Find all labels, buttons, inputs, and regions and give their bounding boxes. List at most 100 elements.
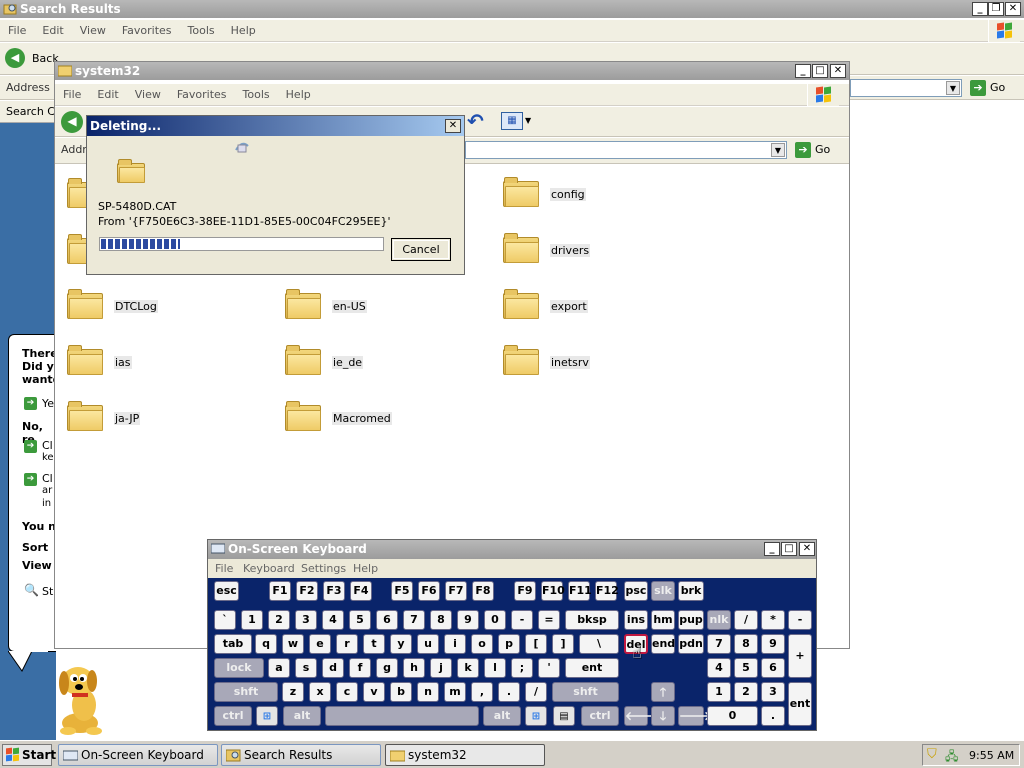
folder-label-inetsrv[interactable]: inetsrv bbox=[550, 356, 590, 369]
go-button[interactable]: ➔ Go bbox=[970, 79, 1014, 97]
menu-view[interactable]: View bbox=[127, 84, 169, 106]
key-period[interactable]: . bbox=[498, 682, 520, 702]
taskbar-button-system32[interactable]: system32 bbox=[385, 744, 545, 766]
menu-tools[interactable]: Tools bbox=[235, 84, 278, 106]
key-j[interactable]: j bbox=[430, 658, 452, 678]
folder-label-ias[interactable]: ias bbox=[114, 356, 132, 369]
key-u[interactable]: u bbox=[417, 634, 439, 654]
key-b[interactable]: b bbox=[390, 682, 412, 702]
key-v[interactable]: v bbox=[363, 682, 385, 702]
option-arrow-icon[interactable]: ➔ bbox=[24, 397, 37, 410]
key-pup[interactable]: pup bbox=[678, 610, 704, 630]
folder-icon[interactable] bbox=[285, 345, 321, 375]
key-n4[interactable]: 4 bbox=[707, 658, 731, 678]
key-f11[interactable]: F11 bbox=[568, 581, 592, 601]
key-s[interactable]: s bbox=[295, 658, 317, 678]
menu-tools[interactable]: Tools bbox=[180, 20, 223, 42]
folder-icon[interactable] bbox=[285, 401, 321, 431]
key-up[interactable]: 🡑 bbox=[651, 682, 675, 702]
folder-icon[interactable] bbox=[67, 234, 103, 264]
balloon-view-link[interactable]: View bbox=[22, 559, 52, 572]
folder-label-ie-de[interactable]: ie_de bbox=[332, 356, 364, 369]
balloon-stop-link[interactable]: St bbox=[42, 585, 53, 598]
menu-favorites[interactable]: Favorites bbox=[114, 20, 180, 42]
cancel-button[interactable]: Cancel bbox=[391, 238, 451, 261]
balloon-option-2[interactable]: Cl bbox=[42, 472, 53, 485]
key-c[interactable]: c bbox=[336, 682, 358, 702]
option-arrow-icon[interactable]: ➔ bbox=[24, 473, 37, 486]
key-f1[interactable]: F1 bbox=[269, 581, 291, 601]
key-tab[interactable]: tab bbox=[214, 634, 252, 654]
address-input[interactable]: ▼ bbox=[465, 141, 787, 159]
folder-icon[interactable] bbox=[285, 289, 321, 319]
key-d3[interactable]: 3 bbox=[295, 610, 317, 630]
back-button[interactable]: ◀ Back bbox=[5, 48, 59, 70]
key-windows-icon[interactable]: ⊞ bbox=[525, 706, 547, 726]
menu-help[interactable]: Help bbox=[353, 562, 378, 575]
option-arrow-icon[interactable]: ➔ bbox=[24, 440, 37, 453]
key-r[interactable]: r bbox=[336, 634, 358, 654]
key-a[interactable]: a bbox=[268, 658, 290, 678]
key-f2[interactable]: F2 bbox=[296, 581, 318, 601]
folder-label-macromed[interactable]: Macromed bbox=[332, 412, 392, 425]
key-nent[interactable]: ent bbox=[788, 682, 812, 726]
osk-title-bar[interactable]: On-Screen Keyboard bbox=[208, 540, 816, 559]
key-bksp[interactable]: bksp bbox=[565, 610, 619, 630]
system32-title-bar[interactable]: system32 bbox=[55, 62, 849, 80]
folder-icon[interactable] bbox=[503, 233, 539, 263]
chevron-down-icon[interactable]: ▼ bbox=[771, 143, 785, 157]
taskbar-button-osk[interactable]: On-Screen Keyboard bbox=[58, 744, 218, 766]
key-n6[interactable]: 6 bbox=[761, 658, 785, 678]
key-o[interactable]: o bbox=[471, 634, 493, 654]
key-rbr[interactable]: ] bbox=[552, 634, 574, 654]
folder-label-dtclog[interactable]: DTCLog bbox=[114, 300, 158, 313]
close-button[interactable]: ✕ bbox=[445, 119, 461, 133]
folder-label-drivers[interactable]: drivers bbox=[550, 244, 591, 257]
minimize-button[interactable]: _ bbox=[764, 542, 780, 556]
close-button[interactable]: ✕ bbox=[830, 64, 846, 78]
key-ent[interactable]: ent bbox=[565, 658, 619, 678]
key-hm[interactable]: hm bbox=[651, 610, 675, 630]
key-end[interactable]: end bbox=[651, 634, 675, 654]
key-f6[interactable]: F6 bbox=[418, 581, 440, 601]
key-f10[interactable]: F10 bbox=[541, 581, 565, 601]
key-quote[interactable]: ' bbox=[538, 658, 560, 678]
menu-settings[interactable]: Settings bbox=[301, 562, 346, 575]
key-i[interactable]: i bbox=[444, 634, 466, 654]
views-dropdown-icon[interactable]: ▼ bbox=[525, 116, 531, 125]
key-f7[interactable]: F7 bbox=[445, 581, 467, 601]
key-f12[interactable]: F12 bbox=[595, 581, 619, 601]
menu-view[interactable]: View bbox=[72, 20, 114, 42]
folder-icon[interactable] bbox=[503, 289, 539, 319]
key-g[interactable]: g bbox=[376, 658, 398, 678]
key-d9[interactable]: 9 bbox=[457, 610, 479, 630]
key-l[interactable]: l bbox=[484, 658, 506, 678]
key-slk[interactable]: slk bbox=[651, 581, 675, 601]
security-shield-icon[interactable]: ⛉ bbox=[927, 747, 937, 762]
key-bslash[interactable]: \ bbox=[579, 634, 619, 654]
folder-label-en-us[interactable]: en-US bbox=[332, 300, 367, 313]
key-fslash[interactable]: / bbox=[525, 682, 547, 702]
key-n9[interactable]: 9 bbox=[761, 634, 785, 654]
key-lctrl[interactable]: ctrl bbox=[214, 706, 252, 726]
minimize-button[interactable]: _ bbox=[795, 64, 811, 78]
address-input[interactable]: ▼ bbox=[850, 79, 962, 97]
folder-icon[interactable] bbox=[67, 401, 103, 431]
key-x[interactable]: x bbox=[309, 682, 331, 702]
key-esc[interactable]: esc bbox=[214, 581, 239, 601]
key-f5[interactable]: F5 bbox=[391, 581, 413, 601]
search-window-title-bar[interactable]: Search Results bbox=[0, 0, 1024, 18]
key-comma[interactable]: , bbox=[471, 682, 493, 702]
key-q[interactable]: q bbox=[255, 634, 277, 654]
undo-icon[interactable]: ↶ bbox=[467, 109, 484, 133]
key-pdn[interactable]: pdn bbox=[678, 634, 704, 654]
close-button[interactable]: ✕ bbox=[799, 542, 815, 556]
go-button[interactable]: ➔ Go bbox=[795, 141, 839, 159]
network-icon[interactable]: 🖧 bbox=[945, 747, 958, 768]
key-p[interactable]: p bbox=[498, 634, 520, 654]
rover-dog-icon[interactable] bbox=[50, 661, 120, 736]
folder-label-config[interactable]: config bbox=[550, 188, 586, 201]
key-k[interactable]: k bbox=[457, 658, 479, 678]
balloon-sort-link[interactable]: Sort bbox=[22, 541, 48, 554]
back-arrow-icon[interactable]: ◀ bbox=[61, 111, 83, 133]
